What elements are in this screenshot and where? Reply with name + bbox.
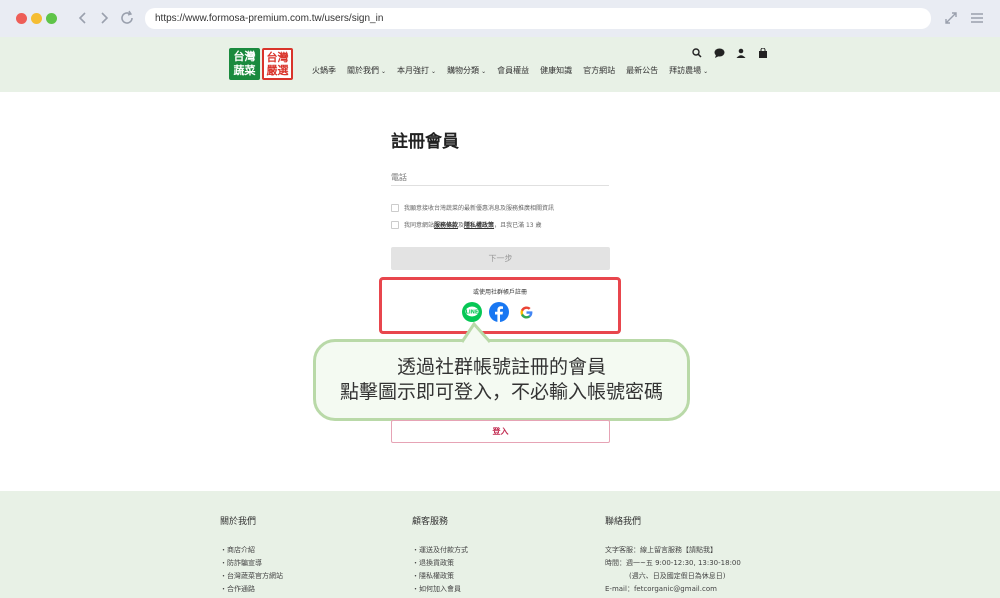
site-footer: 關於我們 ・商店介紹・防詐騙宣導・台灣蔬菜官方網站・合作通路・... 顧客服務 … xyxy=(0,491,1000,598)
page-title: 註冊會員 xyxy=(391,132,459,152)
chevron-down-icon: ⌄ xyxy=(431,68,437,75)
search-icon[interactable] xyxy=(692,43,704,58)
marketing-consent-label: 我願意接收台灣蔬菜的最新優惠消息及服務推廣相關資訊 xyxy=(404,205,555,212)
site-logo[interactable]: 台灣 蔬菜 台灣 嚴選 xyxy=(229,48,293,80)
reload-icon[interactable] xyxy=(119,9,135,27)
social-login-highlight: 或使用社群帳戶註冊 LINE xyxy=(379,277,621,334)
user-icon[interactable] xyxy=(736,43,748,58)
footer-link: 文字客服：線上留言服務【請點我】 xyxy=(605,546,717,554)
footer-link[interactable]: ・台灣蔬菜官方網站 xyxy=(220,570,283,583)
nav-item-label: 會員權益 xyxy=(497,66,530,75)
terms-consent-label: 我同意網站服務條款及隱私權政策，且我已滿 13 歲 xyxy=(404,220,542,229)
nav-item-label: 購物分類 xyxy=(447,66,480,75)
chevron-down-icon: ⌄ xyxy=(481,68,487,75)
facebook-login-icon[interactable] xyxy=(489,302,509,322)
chevron-down-icon: ⌄ xyxy=(381,68,387,75)
login-button[interactable]: 登入 xyxy=(391,420,610,443)
chat-icon[interactable] xyxy=(714,43,726,58)
terms-prefix: 我同意網站 xyxy=(404,222,435,229)
footer-link[interactable]: ・如何加入會員 xyxy=(412,583,468,596)
close-window-button[interactable] xyxy=(16,13,27,24)
logo-left-line2: 蔬菜 xyxy=(233,64,256,77)
nav-item[interactable]: 拜訪農場 ⌄ xyxy=(669,65,708,76)
footer-link[interactable]: ・運送及付款方式 xyxy=(412,544,468,557)
terms-consent-checkbox[interactable] xyxy=(391,220,399,229)
back-icon[interactable] xyxy=(78,9,88,27)
nav-item-label: 拜訪農場 xyxy=(669,66,702,75)
social-login-label: 或使用社群帳戶註冊 xyxy=(472,289,527,296)
footer-service-title: 顧客服務 xyxy=(412,517,449,527)
footer-link: E-mail：fetcorganic@gmail.com xyxy=(605,585,717,593)
nav-item[interactable]: 最新公告 xyxy=(626,65,658,76)
footer-service: 顧客服務 ・運送及付款方式・退換貨政策・隱私權政策・如何加入會員・... xyxy=(412,514,468,598)
minimize-window-button[interactable] xyxy=(31,13,42,24)
footer-contact-title: 聯絡我們 xyxy=(605,517,642,527)
chevron-down-icon: ⌄ xyxy=(703,68,709,75)
footer-link[interactable]: ・隱私權政策 xyxy=(412,570,468,583)
nav-item[interactable]: 關於我們 ⌄ xyxy=(347,65,386,76)
callout-pointer xyxy=(460,322,492,344)
nav-item[interactable]: 健康知識 xyxy=(540,65,572,76)
forward-icon[interactable] xyxy=(99,9,109,27)
nav-item[interactable]: 官方網站 xyxy=(583,65,615,76)
google-login-icon[interactable] xyxy=(516,302,536,322)
line-login-icon[interactable]: LINE xyxy=(462,302,482,322)
svg-text:LINE: LINE xyxy=(466,310,479,316)
nav-item[interactable]: 購物分類 ⌄ xyxy=(447,65,486,76)
logo-left-mark: 台灣 蔬菜 xyxy=(229,48,260,80)
logo-left-line1: 台灣 xyxy=(233,50,256,63)
maximize-window-button[interactable] xyxy=(46,13,57,24)
footer-link[interactable]: ・防詐騙宣導 xyxy=(220,557,283,570)
header-icons xyxy=(692,43,770,58)
phone-input[interactable] xyxy=(391,169,609,186)
terms-suffix: ，且我已滿 13 歲 xyxy=(494,222,542,229)
terms-consent-row: 我同意網站服務條款及隱私權政策，且我已滿 13 歲 xyxy=(391,220,542,229)
nav-item[interactable]: 本月強打 ⌄ xyxy=(397,65,436,76)
logo-right-mark: 台灣 嚴選 xyxy=(262,48,293,80)
address-bar[interactable]: https://www.formosa-premium.com.tw/users… xyxy=(145,8,931,29)
logo-right-line2: 嚴選 xyxy=(266,64,289,77)
nav-item-label: 健康知識 xyxy=(540,66,573,75)
terms-link[interactable]: 服務條款 xyxy=(434,222,458,229)
nav-item-label: 最新公告 xyxy=(626,66,659,75)
nav-item-label: 本月強打 xyxy=(397,66,430,75)
nav-item-label: 關於我們 xyxy=(347,66,379,75)
callout-line2: 點擊圖示即可登入，不必輸入帳號密碼 xyxy=(339,381,663,403)
nav-item-label: 火鍋季 xyxy=(312,66,336,75)
nav-item[interactable]: 火鍋季 xyxy=(312,65,336,76)
footer-link[interactable]: ・合作通路 xyxy=(220,583,283,596)
social-login-callout: 透過社群帳號註冊的會員 點擊圖示即可登入，不必輸入帳號密碼 xyxy=(313,339,690,421)
site-header: 台灣 蔬菜 台灣 嚴選 火鍋季 關於我們 ⌄ 本月強打 ⌄ 購物分類 ⌄ 會員權益 健康知識 官方… xyxy=(0,37,1000,92)
social-login-icons: LINE xyxy=(462,302,536,322)
footer-link: (週六、日及國定假日為休息日) xyxy=(629,572,726,580)
main-nav: 火鍋季 關於我們 ⌄ 本月強打 ⌄ 購物分類 ⌄ 會員權益 健康知識 官方網站 最新公告 拜訪農場 ⌄ xyxy=(312,65,708,76)
marketing-consent-row: 我願意接收台灣蔬菜的最新優惠消息及服務推廣相關資訊 xyxy=(391,203,554,212)
nav-item-label: 官方網站 xyxy=(583,66,616,75)
callout-line1: 透過社群帳號註冊的會員 xyxy=(396,356,606,378)
footer-contact: 聯絡我們 文字客服：線上留言服務【請點我】時間：週一~五 9:00-12:30,… xyxy=(605,514,741,596)
footer-link: 時間：週一~五 9:00-12:30, 13:30-18:00 xyxy=(605,559,741,567)
footer-link[interactable]: ・退換貨政策 xyxy=(412,557,468,570)
footer-about: 關於我們 ・商店介紹・防詐騙宣導・台灣蔬菜官方網站・合作通路・... xyxy=(220,514,283,598)
next-step-button[interactable]: 下一步 xyxy=(391,247,610,270)
marketing-consent-checkbox[interactable] xyxy=(391,203,399,212)
browser-chrome: https://www.formosa-premium.com.tw/users… xyxy=(0,0,1000,37)
nav-item[interactable]: 會員權益 xyxy=(497,65,529,76)
footer-link[interactable]: ・商店介紹 xyxy=(220,544,283,557)
footer-about-title: 關於我們 xyxy=(220,517,257,527)
logo-right-line1: 台灣 xyxy=(266,51,289,64)
privacy-link[interactable]: 隱私權政策 xyxy=(464,222,494,229)
cart-icon[interactable] xyxy=(758,43,770,58)
menu-icon[interactable] xyxy=(970,10,984,29)
expand-icon[interactable] xyxy=(944,10,958,29)
